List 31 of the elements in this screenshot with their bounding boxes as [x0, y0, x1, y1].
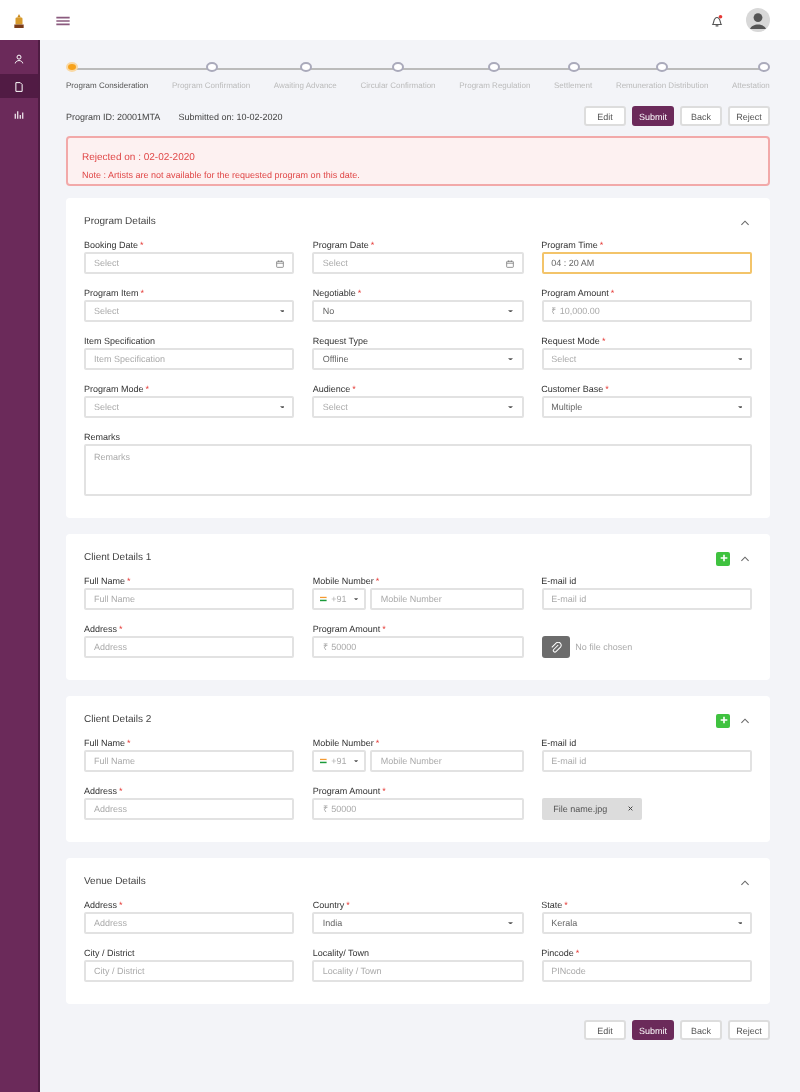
flag-icon — [320, 758, 328, 764]
bell-icon[interactable] — [710, 13, 724, 27]
collapse-button[interactable] — [738, 215, 752, 229]
menu-icon[interactable] — [56, 15, 70, 25]
attach-button[interactable] — [541, 636, 570, 658]
caret-icon — [508, 357, 514, 361]
calendar-icon — [276, 259, 285, 267]
chart-icon — [14, 109, 24, 119]
document-icon — [14, 81, 24, 91]
chevron-icon — [740, 717, 750, 723]
caret-icon — [508, 921, 514, 925]
close-icon[interactable] — [628, 806, 634, 812]
chevron-icon — [740, 555, 750, 561]
caret-icon — [354, 597, 359, 601]
caret-icon — [508, 405, 514, 409]
collapse-button[interactable] — [738, 875, 752, 889]
sidebar-button[interactable] — [0, 74, 38, 98]
flag-icon — [320, 596, 328, 602]
paperclip-icon — [549, 641, 562, 653]
caret-icon — [508, 309, 514, 313]
avatar[interactable] — [746, 8, 770, 32]
user-icon — [14, 53, 24, 63]
chevron-icon — [740, 879, 750, 885]
logo-icon — [12, 11, 26, 29]
caret-icon — [354, 759, 359, 763]
plus-icon — [719, 716, 727, 724]
collapse-button[interactable] — [738, 713, 752, 727]
collapse-button[interactable] — [738, 551, 752, 565]
calendar-icon — [505, 259, 514, 267]
plus-icon — [719, 554, 727, 562]
chevron-icon — [740, 219, 750, 225]
